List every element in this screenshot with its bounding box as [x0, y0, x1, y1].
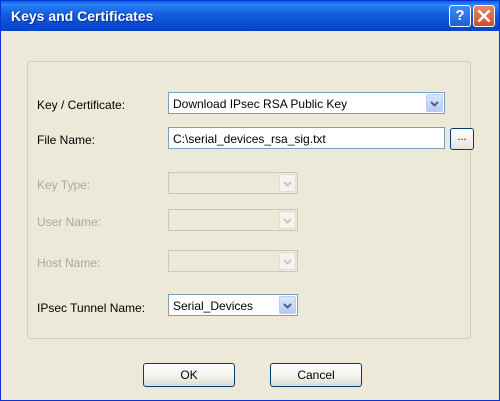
key-certificate-label: Key / Certificate: — [37, 98, 126, 112]
file-name-value: C:\serial_devices_rsa_sig.txt — [173, 132, 326, 146]
title-bar[interactable]: Keys and Certificates ? — [1, 1, 499, 31]
help-icon: ? — [455, 7, 465, 24]
browse-button[interactable]: ... — [450, 128, 474, 150]
ipsec-tunnel-name-select[interactable]: Serial_Devices — [168, 294, 298, 316]
ok-button[interactable]: OK — [143, 363, 235, 387]
ellipsis-icon: ... — [457, 131, 467, 143]
host-name-dropdown-button — [279, 252, 296, 270]
chevron-down-icon — [283, 303, 292, 309]
cancel-button[interactable]: Cancel — [270, 363, 362, 387]
ipsec-tunnel-name-value: Serial_Devices — [173, 299, 254, 313]
file-name-label: File Name: — [37, 133, 96, 147]
user-name-label: User Name: — [37, 215, 102, 229]
close-icon — [478, 10, 490, 22]
key-type-label: Key Type: — [37, 178, 91, 192]
keys-certificates-dialog: Keys and Certificates ? Key / Certificat… — [0, 0, 500, 401]
key-certificate-select[interactable]: Download IPsec RSA Public Key — [168, 92, 445, 114]
chevron-down-icon — [283, 218, 292, 224]
key-type-dropdown-button — [279, 174, 296, 192]
ipsec-tunnel-name-dropdown-button[interactable] — [279, 296, 296, 314]
key-type-select — [168, 172, 298, 194]
chevron-down-icon — [283, 181, 292, 187]
user-name-dropdown-button — [279, 211, 296, 229]
ipsec-tunnel-name-label: IPsec Tunnel Name: — [37, 301, 146, 315]
help-button[interactable]: ? — [449, 5, 471, 27]
window-title: Keys and Certificates — [11, 8, 154, 24]
key-certificate-value: Download IPsec RSA Public Key — [173, 97, 348, 111]
user-name-select — [168, 209, 298, 231]
host-name-label: Host Name: — [37, 256, 101, 270]
dialog-body: Key / Certificate: Download IPsec RSA Pu… — [9, 37, 493, 397]
close-button[interactable] — [473, 5, 495, 27]
key-certificate-dropdown-button[interactable] — [426, 94, 443, 112]
chevron-down-icon — [283, 259, 292, 265]
host-name-select — [168, 250, 298, 272]
chevron-down-icon — [430, 101, 439, 107]
file-name-input[interactable]: C:\serial_devices_rsa_sig.txt — [168, 127, 445, 149]
